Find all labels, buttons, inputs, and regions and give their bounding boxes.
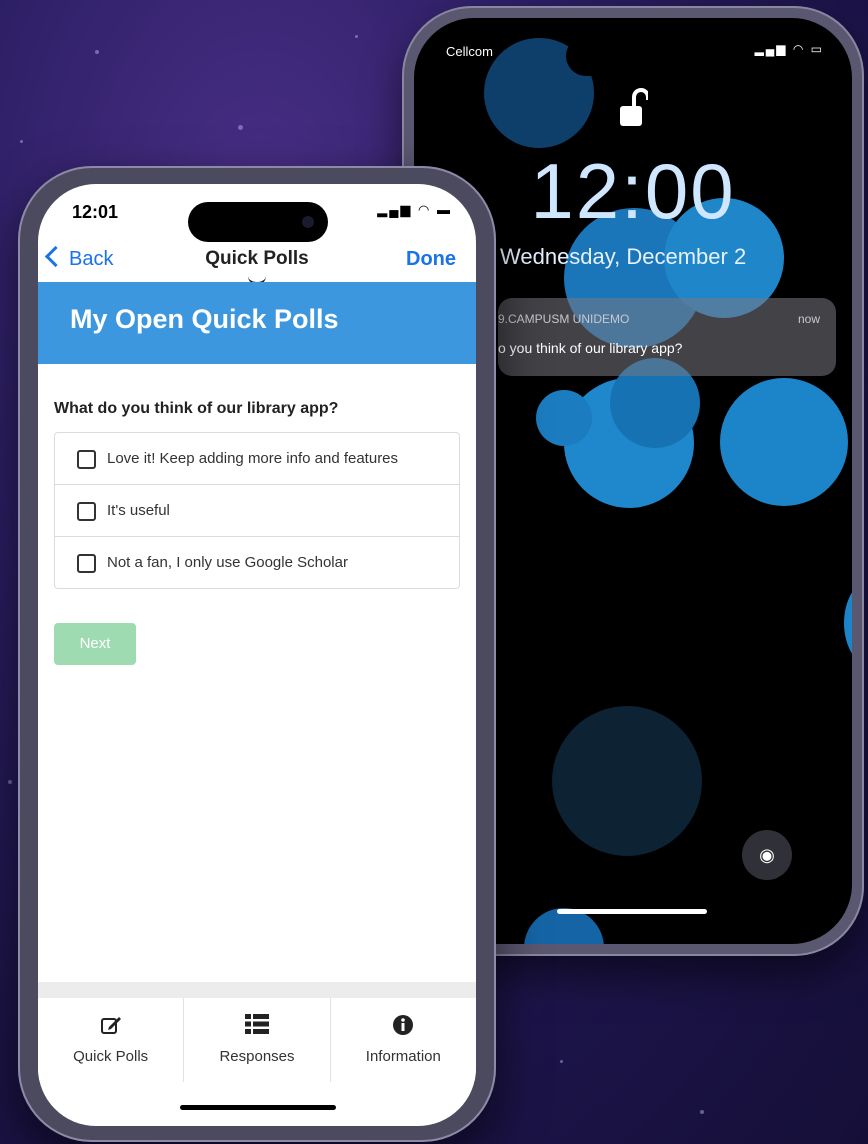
poll-option[interactable]: Not a fan, I only use Google Scholar <box>55 537 459 588</box>
bokeh-light <box>844 578 852 668</box>
background-star <box>8 780 12 784</box>
option-label: Not a fan, I only use Google Scholar <box>107 554 348 571</box>
camera-icon[interactable]: ◉ <box>742 830 792 880</box>
poll-options: Love it! Keep adding more info and featu… <box>54 432 460 589</box>
tab-quick-polls[interactable]: Quick Polls <box>38 998 185 1082</box>
list-icon <box>184 1014 329 1036</box>
option-label: Love it! Keep adding more info and featu… <box>107 450 399 467</box>
home-indicator[interactable] <box>557 909 707 914</box>
tab-bar: Quick Polls Responses Information <box>38 998 476 1082</box>
bokeh-light <box>536 390 592 446</box>
notification-app-name: 9.CAMPUSM UNIDEMO <box>498 312 630 326</box>
edit-icon <box>38 1014 183 1036</box>
notification-message: o you think of our library app? <box>498 340 683 356</box>
tab-responses[interactable]: Responses <box>184 998 331 1082</box>
front-camera-icon <box>302 216 314 228</box>
unlock-icon <box>620 88 648 126</box>
bokeh-light <box>720 378 848 506</box>
option-checkbox[interactable] <box>77 554 96 573</box>
navigation-bar: Back Quick Polls Done <box>38 242 476 285</box>
lock-screen-date: Wednesday, December 2 <box>500 244 747 269</box>
tab-information[interactable]: Information <box>331 998 476 1082</box>
done-button[interactable]: Done <box>406 248 456 271</box>
page-title: My Open Quick Polls <box>70 304 339 334</box>
page-banner: My Open Quick Polls <box>38 282 476 364</box>
background-star <box>238 125 243 130</box>
background-star <box>560 1060 563 1063</box>
status-icons: ▂▄▆ ◠ ▭ <box>754 42 824 56</box>
dynamic-island <box>188 202 328 242</box>
background-star <box>700 1110 704 1114</box>
notification-card[interactable]: 9.CAMPUSM UNIDEMO now o you think of our… <box>498 298 836 376</box>
status-icons: ▂▄▆ ◠ ▬ <box>377 202 452 217</box>
notification-time: now <box>797 312 820 326</box>
poll-question: What do you think of our library app? <box>54 400 339 417</box>
tab-label: Responses <box>219 1048 295 1065</box>
next-button[interactable]: Next <box>54 623 136 665</box>
background-star <box>355 35 358 38</box>
home-indicator[interactable] <box>180 1105 336 1110</box>
carrier-label: Cellcom <box>446 44 493 59</box>
tab-label: Quick Polls <box>73 1048 149 1065</box>
option-label: It's useful <box>107 502 170 519</box>
option-checkbox[interactable] <box>77 450 96 469</box>
status-time: 12:01 <box>72 202 119 222</box>
option-checkbox[interactable] <box>77 502 96 521</box>
dynamic-island <box>566 36 694 76</box>
tab-label: Information <box>365 1048 441 1065</box>
tabbar-divider <box>38 982 476 998</box>
background-star <box>20 140 23 143</box>
info-icon <box>331 1014 476 1036</box>
poll-option[interactable]: Love it! Keep adding more info and featu… <box>55 433 459 485</box>
poll-option[interactable]: It's useful <box>55 485 459 537</box>
app-phone: 12:01 ▂▄▆ ◠ ▬ Back Quick Polls Done My O… <box>18 166 496 1142</box>
background-star <box>95 50 99 54</box>
bokeh-light <box>552 706 702 856</box>
app-screen: 12:01 ▂▄▆ ◠ ▬ Back Quick Polls Done My O… <box>38 184 476 1126</box>
